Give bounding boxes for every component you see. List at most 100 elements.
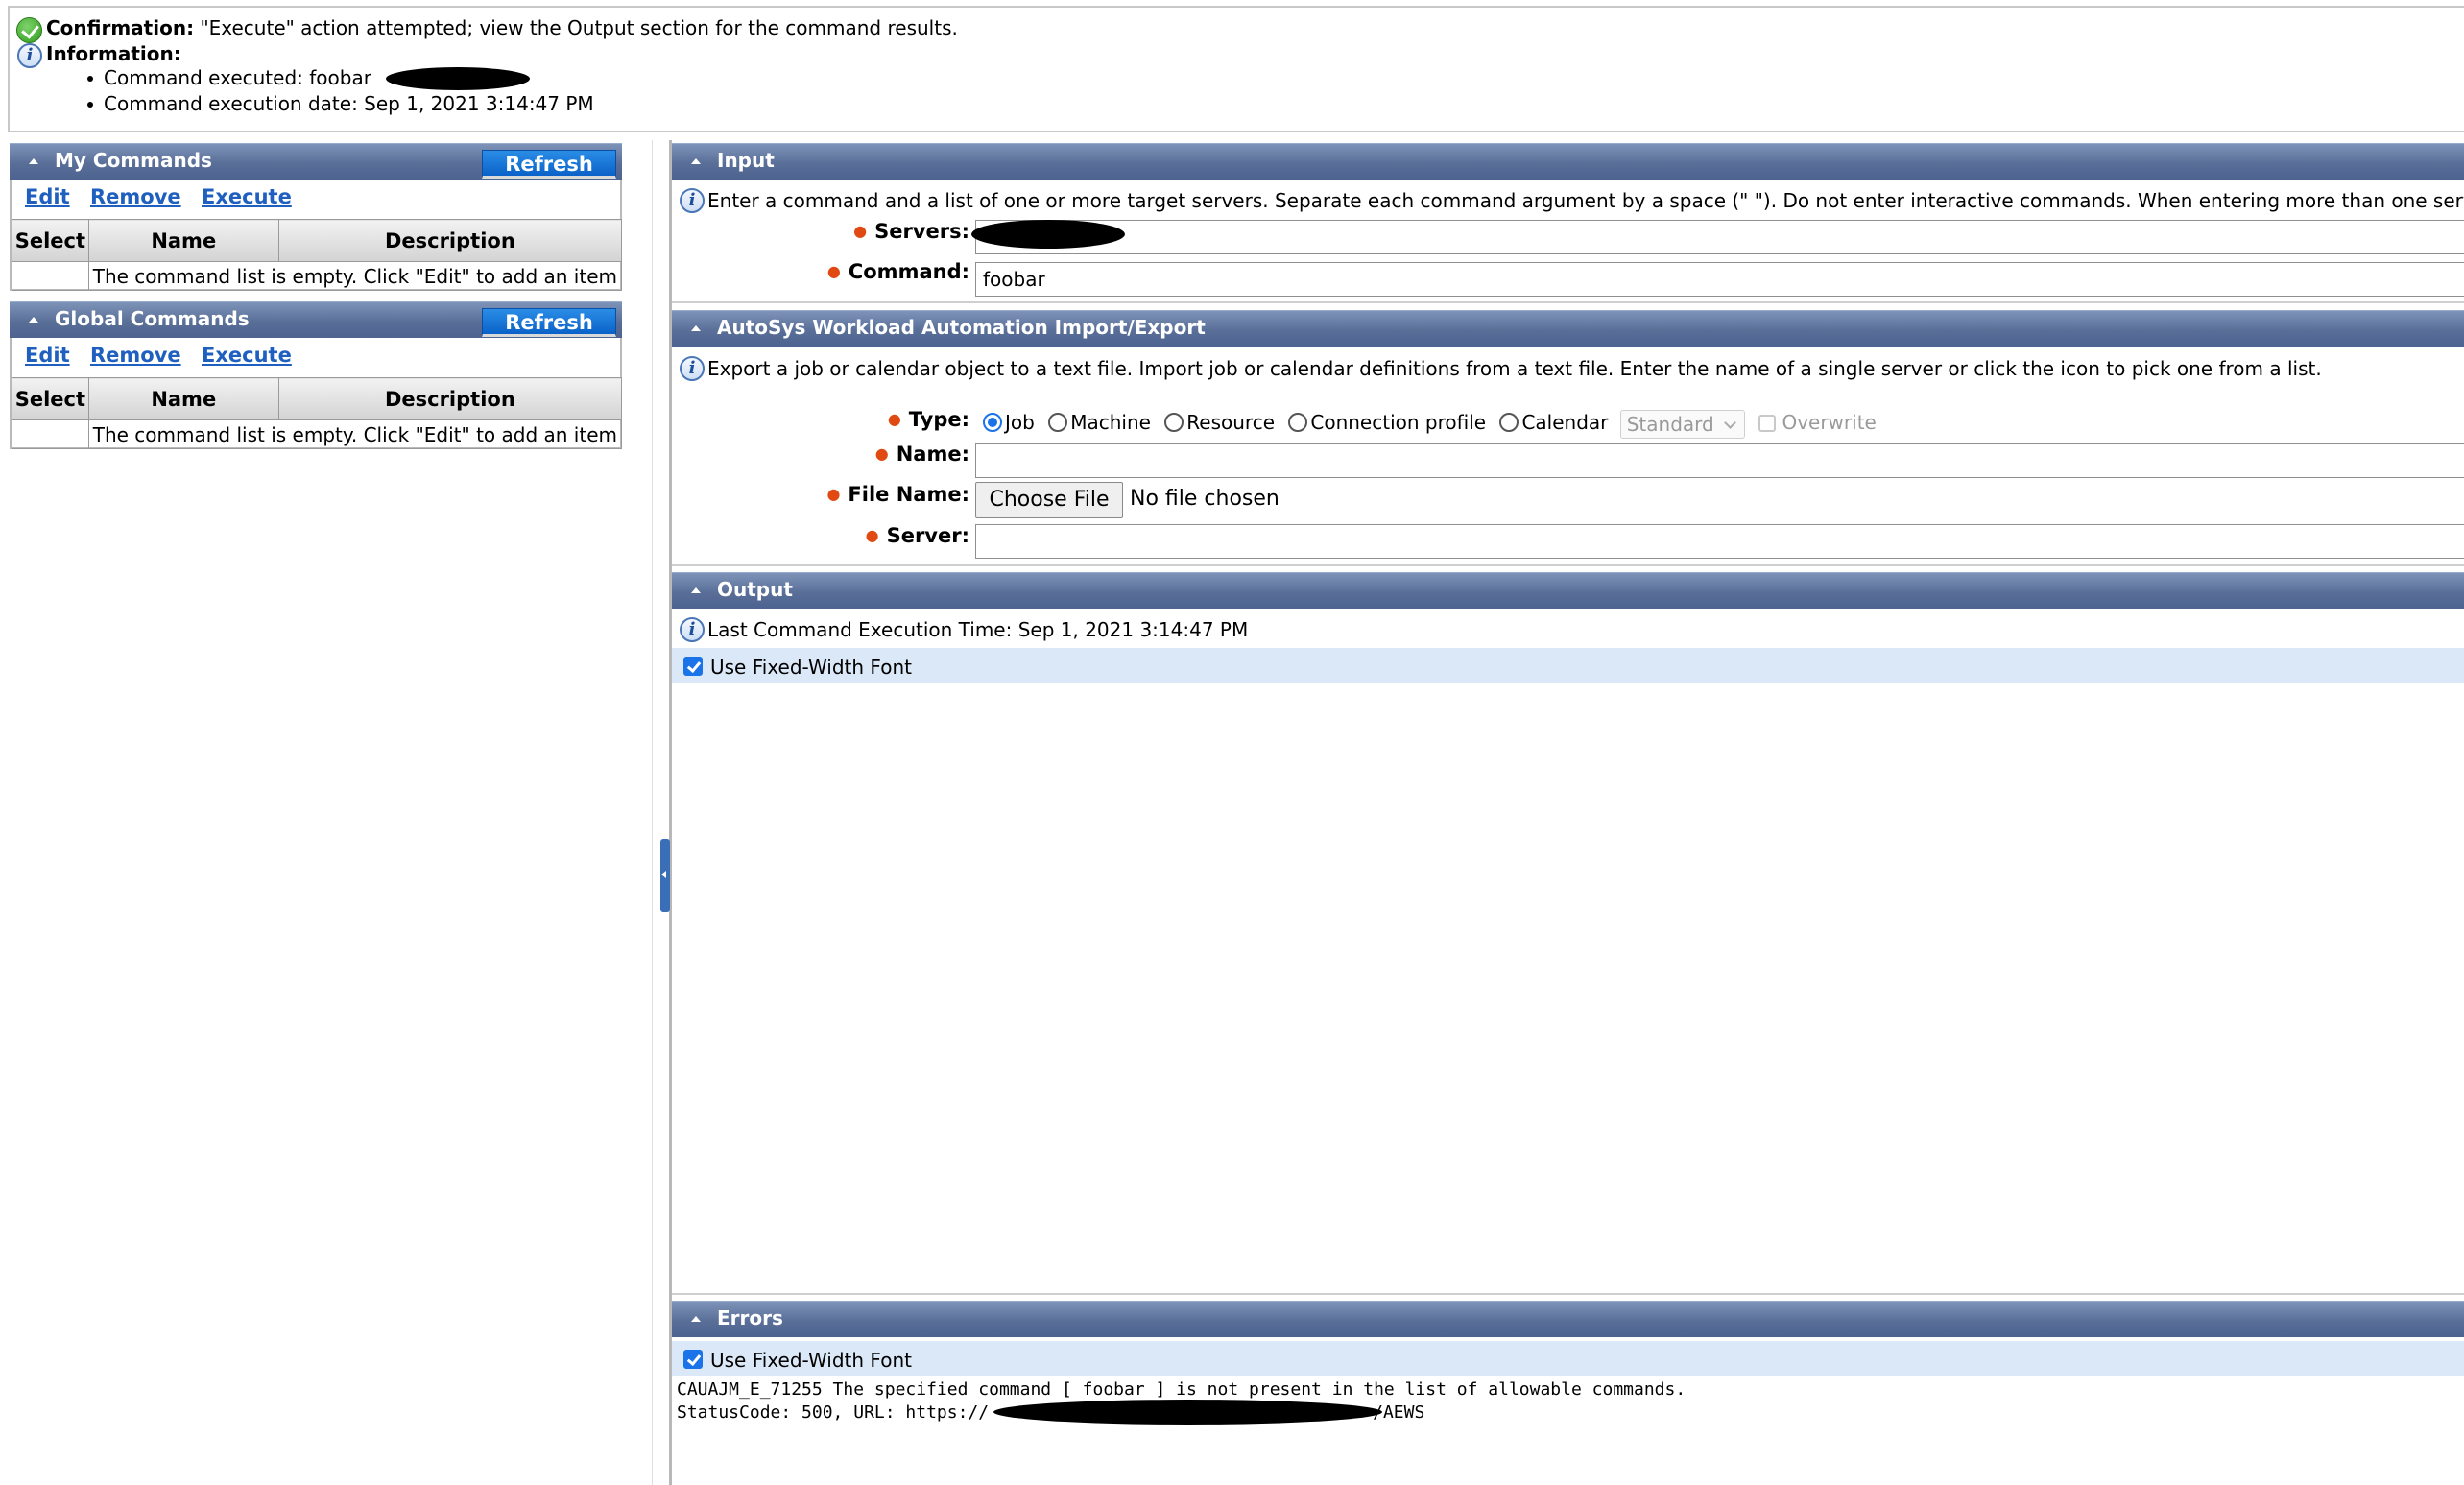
select-cell	[12, 419, 89, 449]
table-row: The command list is empty. Click "Edit" …	[12, 261, 623, 291]
check-circle-icon	[16, 17, 42, 43]
required-marker: ●	[853, 222, 868, 240]
my-commands-title: My Commands	[55, 149, 212, 172]
column-header-select[interactable]: Select	[12, 219, 89, 262]
section-divider	[672, 564, 2464, 566]
import-export-title: AutoSys Workload Automation Import/Expor…	[717, 316, 1206, 339]
global-commands-title: Global Commands	[55, 307, 250, 330]
import-export-section-header[interactable]: AutoSys Workload Automation Import/Expor…	[672, 310, 2464, 347]
no-file-text: No file chosen	[1130, 487, 1280, 511]
output-title: Output	[717, 578, 793, 601]
edit-link[interactable]: Edit	[25, 185, 70, 208]
column-header-description[interactable]: Description	[277, 377, 623, 420]
radio-resource[interactable]: Resource	[1157, 411, 1275, 434]
output-fixed-width-label[interactable]: Use Fixed-Width Font	[710, 656, 912, 679]
empty-message: The command list is empty. Click "Edit" …	[87, 261, 623, 291]
output-section-header[interactable]: Output	[672, 572, 2464, 609]
type-label: ● Type:	[887, 408, 969, 431]
global-commands-panel: Edit Remove Execute Select Name Descript…	[10, 338, 623, 449]
server-label: ● Server:	[865, 524, 969, 547]
edit-link[interactable]: Edit	[25, 344, 70, 367]
radio-button[interactable]	[1048, 413, 1068, 432]
errors-section-header[interactable]: Errors	[672, 1301, 2464, 1337]
required-marker: ●	[887, 410, 901, 428]
collapse-icon[interactable]	[29, 158, 38, 164]
my-commands-actions: Edit Remove Execute	[25, 185, 306, 208]
output-fixed-width-row: Use Fixed-Width Font	[672, 648, 2464, 683]
execute-link[interactable]: Execute	[202, 344, 292, 367]
confirmation-text: "Execute" action attempted; view the Out…	[200, 16, 958, 39]
input-section-header[interactable]: Input	[672, 143, 2464, 180]
my-commands-table: Select Name Description The command list…	[12, 219, 623, 291]
info-item: Command execution date: Sep 1, 2021 3:14…	[87, 92, 594, 118]
file-name-label: ● File Name:	[826, 483, 969, 506]
output-fixed-width-checkbox[interactable]	[683, 657, 703, 676]
info-icon: i	[680, 617, 705, 642]
errors-fixed-width-row: Use Fixed-Width Font	[672, 1341, 2464, 1376]
name-field[interactable]	[975, 443, 2464, 478]
column-header-name[interactable]: Name	[87, 219, 279, 262]
info-icon: i	[680, 188, 705, 213]
required-marker: ●	[826, 485, 841, 503]
command-label: ● Command:	[826, 260, 969, 283]
errors-title: Errors	[717, 1306, 783, 1329]
global-commands-table: Select Name Description The command list…	[12, 377, 623, 449]
collapse-icon[interactable]	[691, 1316, 701, 1322]
radio-calendar[interactable]: Calendar	[1492, 411, 1608, 434]
radio-button[interactable]	[983, 413, 1002, 432]
radio-job[interactable]: Job	[975, 411, 1035, 434]
collapse-icon[interactable]	[691, 158, 701, 164]
remove-link[interactable]: Remove	[90, 185, 181, 208]
overwrite-checkbox: Overwrite	[1758, 411, 1877, 434]
input-section-title: Input	[717, 149, 775, 172]
servers-field[interactable]	[975, 220, 2464, 254]
type-radio-group: Job Machine Resource Connection profile …	[975, 410, 1877, 439]
info-icon: i	[17, 43, 42, 68]
redaction-mark	[993, 1400, 1382, 1425]
required-marker: ●	[865, 526, 879, 544]
radio-button[interactable]	[1499, 413, 1519, 432]
import-export-info-text: Export a job or calendar object to a tex…	[707, 357, 2322, 380]
choose-file-button[interactable]: Choose File	[975, 482, 1123, 518]
collapse-icon[interactable]	[691, 587, 701, 593]
remove-link[interactable]: Remove	[90, 344, 181, 367]
radio-button[interactable]	[1288, 413, 1308, 432]
information-label: Information:	[46, 42, 181, 65]
errors-fixed-width-label[interactable]: Use Fixed-Width Font	[710, 1349, 912, 1372]
collapse-icon[interactable]	[29, 317, 38, 323]
calendar-kind-select: Standard	[1619, 410, 1745, 439]
server-field[interactable]	[975, 524, 2464, 559]
global-commands-refresh-button[interactable]: Refresh	[482, 308, 616, 337]
my-commands-refresh-button[interactable]: Refresh	[482, 150, 616, 179]
errors-fixed-width-checkbox[interactable]	[683, 1350, 703, 1369]
global-commands-actions: Edit Remove Execute	[25, 344, 306, 367]
radio-button[interactable]	[1164, 413, 1184, 432]
servers-label: ● Servers:	[853, 220, 969, 243]
input-info-text: Enter a command and a list of one or mor…	[707, 189, 2464, 212]
info-icon: i	[680, 356, 705, 381]
column-header-description[interactable]: Description	[277, 219, 623, 262]
section-divider	[672, 1293, 2464, 1295]
error-line: CAUAJM_E_71255 The specified command [ f…	[677, 1379, 1687, 1400]
message-area: Confirmation: "Execute" action attempted…	[8, 6, 2464, 132]
information-message: Information:	[46, 42, 181, 65]
radio-machine[interactable]: Machine	[1041, 411, 1151, 434]
column-header-select[interactable]: Select	[12, 377, 89, 420]
name-label: ● Name:	[874, 443, 969, 466]
collapse-left-pane-handle[interactable]	[660, 839, 670, 912]
global-commands-header[interactable]: Global Commands Refresh	[10, 301, 622, 338]
execute-link[interactable]: Execute	[202, 185, 292, 208]
my-commands-header[interactable]: My Commands Refresh	[10, 143, 622, 180]
select-cell	[12, 261, 89, 291]
radio-connection-profile[interactable]: Connection profile	[1280, 411, 1486, 434]
redaction-mark	[971, 220, 1125, 249]
table-row: The command list is empty. Click "Edit" …	[12, 419, 623, 449]
empty-message: The command list is empty. Click "Edit" …	[87, 419, 623, 449]
last-exec-text: Last Command Execution Time: Sep 1, 2021…	[707, 618, 1249, 641]
command-field[interactable]: foobar	[975, 262, 2464, 297]
column-header-name[interactable]: Name	[87, 377, 279, 420]
collapse-icon[interactable]	[691, 325, 701, 331]
required-marker: ●	[826, 262, 841, 280]
checkbox	[1758, 415, 1777, 432]
my-commands-panel: Edit Remove Execute Select Name Descript…	[10, 180, 623, 291]
